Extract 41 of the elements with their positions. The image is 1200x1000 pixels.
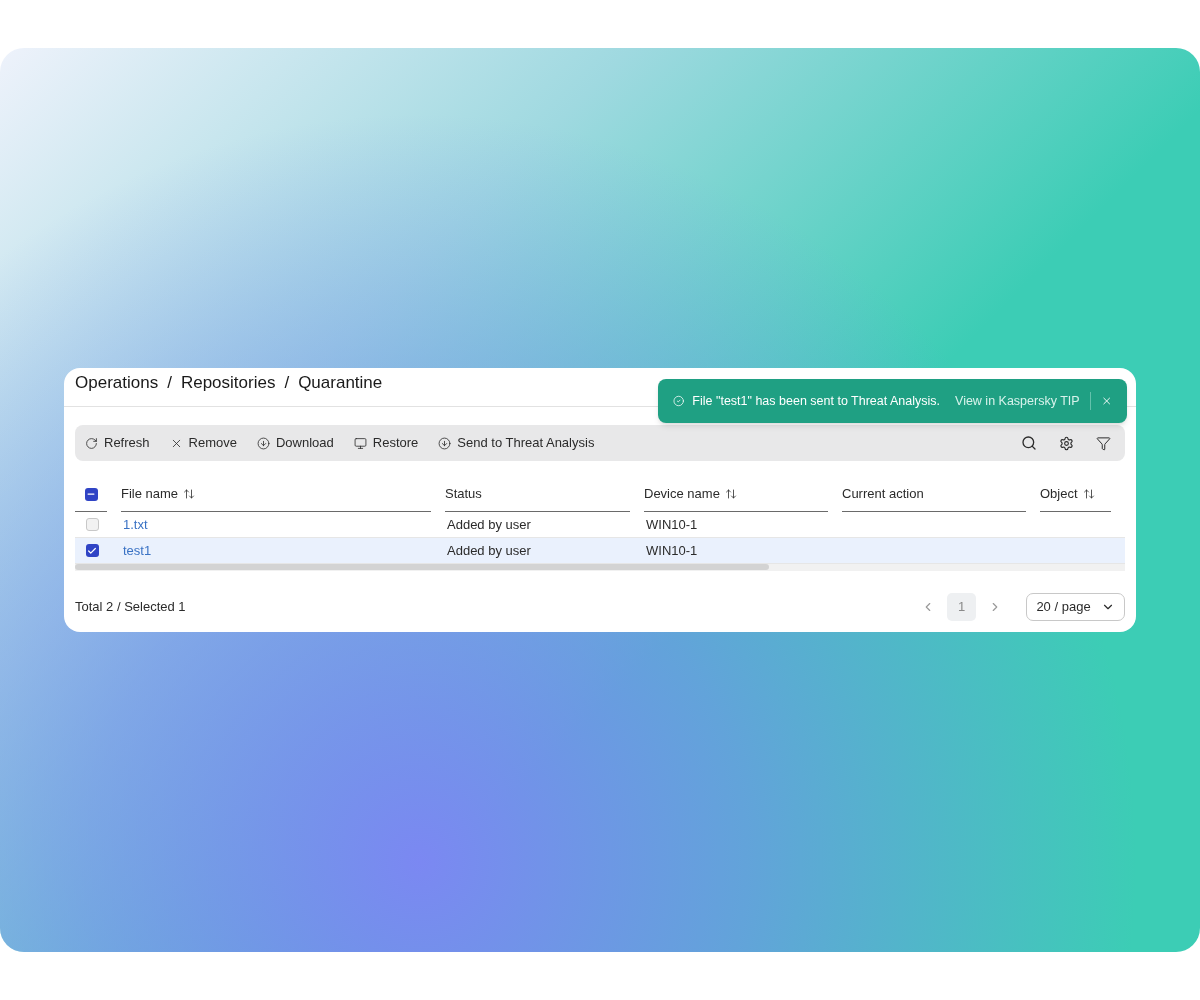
select-all-checkbox[interactable] <box>84 487 98 501</box>
table-row[interactable]: test1 Added by user WIN10-1 <box>75 538 1125 564</box>
success-icon <box>673 394 685 408</box>
table-cell: WIN10-1 <box>646 542 698 558</box>
row-checkbox[interactable] <box>85 544 99 557</box>
sort-icon[interactable] <box>724 488 737 500</box>
check-icon <box>87 545 97 556</box>
download-icon <box>256 436 270 450</box>
column-header[interactable]: Device name <box>644 484 720 504</box>
filter-icon[interactable] <box>1096 435 1111 451</box>
refresh-icon <box>85 436 98 450</box>
settings-icon[interactable] <box>1059 435 1074 451</box>
selection-summary: Total 2 / Selected 1 <box>75 598 186 617</box>
toolbar-button[interactable]: Remove <box>169 433 237 453</box>
column-header[interactable]: Current action <box>842 484 924 504</box>
monitor-icon <box>353 436 367 450</box>
toolbar-button[interactable]: Download <box>256 433 334 453</box>
table-cell: Added by user <box>447 542 531 558</box>
breadcrumb-item: Quarantine <box>298 371 383 394</box>
horizontal-scrollbar[interactable] <box>75 564 769 570</box>
breadcrumb-separator: / <box>167 371 172 394</box>
table-cell: WIN10-1 <box>646 516 698 532</box>
file-link[interactable]: 1.txt <box>123 516 148 532</box>
toolbar-button[interactable]: Send to Threat Analysis <box>438 433 595 453</box>
row-checkbox[interactable] <box>85 518 99 531</box>
toolbar-button[interactable]: Restore <box>353 433 419 453</box>
column-header[interactable]: Status <box>445 484 482 504</box>
toast-message: File "test1" has been sent to Threat Analysis. <box>692 392 941 410</box>
sort-icon[interactable] <box>1082 488 1095 500</box>
toolbar-button[interactable]: Refresh <box>85 433 150 453</box>
table-cell: Added by user <box>447 516 531 532</box>
breadcrumb-item[interactable]: Operations <box>75 369 159 396</box>
breadcrumb-item[interactable]: Repositories <box>180 369 276 396</box>
sort-icon[interactable] <box>183 488 196 500</box>
file-link[interactable]: test1 <box>123 542 152 558</box>
search-icon[interactable] <box>1021 435 1037 451</box>
page-size-dropdown[interactable]: 20 / page <box>1026 593 1125 621</box>
download-icon <box>438 436 452 450</box>
column-header[interactable]: Object <box>1040 484 1078 504</box>
breadcrumb-separator: / <box>284 371 290 394</box>
column-header[interactable]: File name <box>121 484 179 504</box>
